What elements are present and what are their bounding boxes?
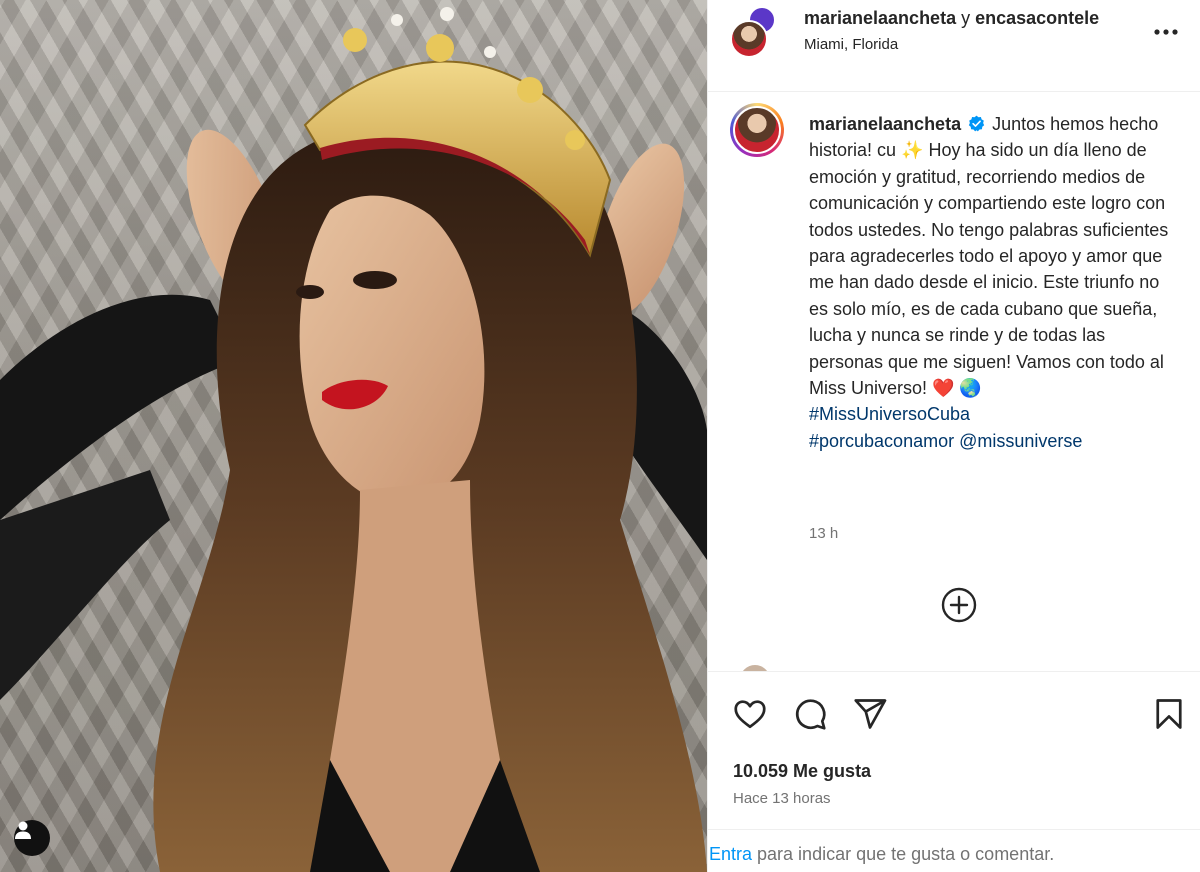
save-button[interactable]: [1151, 696, 1187, 732]
comments-scroll-area[interactable]: marianelaancheta Juntos hemos hecho hist…: [708, 93, 1200, 671]
authors-connector: y: [961, 8, 971, 28]
plus-circle-icon: [941, 587, 977, 623]
login-link[interactable]: Entra: [709, 844, 752, 864]
caption-username-link[interactable]: marianelaancheta: [809, 114, 961, 134]
comment-bubble-icon: [795, 699, 826, 730]
author-avatar[interactable]: [730, 20, 768, 58]
mention-link[interactable]: @missuniverse: [959, 431, 1082, 451]
location-link[interactable]: Miami, Florida: [804, 36, 898, 53]
post-actions: 10.059 Me gusta Hace 13 horas: [708, 671, 1200, 829]
post-photo-illustration: [0, 7, 707, 872]
hashtag-link[interactable]: #MissUniversoCuba: [809, 404, 970, 424]
verified-badge-icon: [968, 115, 985, 132]
post-authors: marianelaancheta y encasacontele: [804, 8, 1099, 29]
heart-icon: [734, 700, 766, 729]
coauthor-username-link[interactable]: encasacontele: [975, 8, 1099, 28]
likes-count[interactable]: 10.059 Me gusta: [733, 761, 871, 782]
user-tag-button[interactable]: [14, 820, 50, 856]
more-options-button[interactable]: [1152, 20, 1180, 44]
caption-timestamp[interactable]: 13 h: [809, 525, 838, 542]
post-timestamp[interactable]: Hace 13 horas: [733, 790, 831, 807]
post-header: marianelaancheta y encasacontele Miami, …: [708, 0, 1200, 92]
post-caption: marianelaancheta Juntos hemos hecho hist…: [809, 111, 1179, 454]
comment-button[interactable]: [792, 696, 828, 732]
login-prompt: Entra para indicar que te gusta o coment…: [708, 829, 1200, 872]
caption-text: Juntos hemos hecho historia! cu ✨ Hoy ha…: [809, 114, 1169, 399]
login-prompt-text: para indicar que te gusta o comentar.: [752, 844, 1055, 864]
bookmark-icon: [1156, 699, 1182, 729]
author-username-link[interactable]: marianelaancheta: [804, 8, 956, 28]
load-more-comments-button[interactable]: [940, 586, 978, 624]
caption-author-avatar[interactable]: [730, 103, 784, 157]
post-side-panel: marianelaancheta y encasacontele Miami, …: [707, 0, 1200, 872]
collab-avatars[interactable]: [730, 6, 776, 58]
share-button[interactable]: [852, 696, 888, 732]
hashtag-link[interactable]: #porcubaconamor: [809, 431, 954, 451]
like-button[interactable]: [732, 696, 768, 732]
post-photo[interactable]: [0, 0, 707, 872]
user-tag-icon: [15, 821, 31, 839]
paper-plane-icon: [854, 699, 887, 729]
more-horizontal-icon: [1154, 29, 1178, 35]
